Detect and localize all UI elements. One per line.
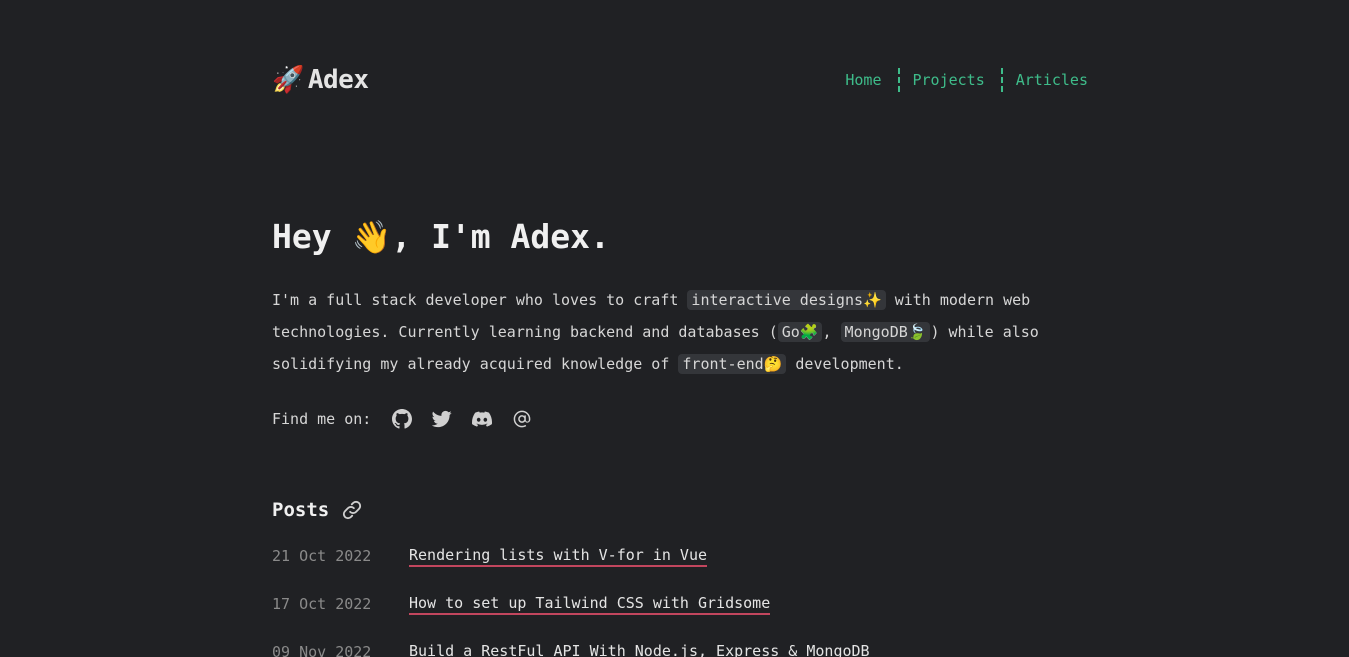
- discord-icon[interactable]: [471, 408, 493, 430]
- waving-hand-icon: 👋: [351, 218, 392, 256]
- post-date: 17 Oct 2022: [272, 595, 372, 613]
- github-icon[interactable]: [391, 408, 413, 430]
- list-item: 21 Oct 2022 Rendering lists with V-for i…: [272, 532, 870, 580]
- hero-greeting-pre: Hey: [272, 217, 352, 256]
- post-date: 21 Oct 2022: [272, 547, 372, 565]
- nav-articles-link[interactable]: Articles: [1016, 71, 1088, 89]
- list-item: 17 Oct 2022 How to set up Tailwind CSS w…: [272, 580, 870, 628]
- hero-heading: Hey 👋, I'm Adex.: [272, 212, 610, 262]
- post-title-link[interactable]: Build a RestFul API With Node.js, Expres…: [409, 642, 870, 657]
- rocket-icon: 🚀: [272, 65, 304, 95]
- posts-title: Posts: [272, 499, 330, 521]
- nav-divider: [1000, 68, 1003, 92]
- brand-name: Adex: [307, 65, 369, 95]
- nav-home-link[interactable]: Home: [845, 71, 881, 89]
- list-item: 09 Nov 2022 Build a RestFul API With Nod…: [272, 628, 870, 657]
- nav-projects-link[interactable]: Projects: [913, 71, 985, 89]
- intro-paragraph: I'm a full stack developer who loves to …: [272, 284, 1052, 380]
- chip-mongodb: MongoDB🍃: [840, 322, 931, 342]
- chip-interactive-designs: interactive designs✨: [687, 290, 886, 310]
- post-title-link[interactable]: How to set up Tailwind CSS with Gridsome: [409, 594, 771, 615]
- intro-text: development.: [786, 355, 904, 373]
- main-nav: Home Projects Articles: [845, 68, 1088, 92]
- social-links: Find me on:: [272, 404, 551, 434]
- intro-text: ,: [822, 323, 841, 341]
- chip-go: Go🧩: [777, 322, 823, 342]
- post-title-link[interactable]: Rendering lists with V-for in Vue: [409, 546, 708, 567]
- link-icon[interactable]: [341, 499, 363, 521]
- find-me-label: Find me on:: [272, 410, 372, 428]
- post-list: 21 Oct 2022 Rendering lists with V-for i…: [272, 532, 870, 657]
- intro-text: I'm a full stack developer who loves to …: [272, 291, 688, 309]
- twitter-icon[interactable]: [431, 408, 453, 430]
- chip-front-end: front-end🤔: [678, 354, 787, 374]
- brand-logo-link[interactable]: 🚀 Adex: [272, 65, 369, 95]
- email-at-icon[interactable]: [511, 408, 533, 430]
- nav-divider: [897, 68, 900, 92]
- post-date: 09 Nov 2022: [272, 643, 372, 657]
- hero-greeting-post: , I'm Adex.: [391, 217, 610, 256]
- posts-section-heading: Posts: [272, 496, 363, 524]
- page: 🚀 Adex Home Projects Articles Hey 👋, I'm…: [0, 0, 1349, 657]
- site-header: 🚀 Adex Home Projects Articles: [272, 60, 1088, 100]
